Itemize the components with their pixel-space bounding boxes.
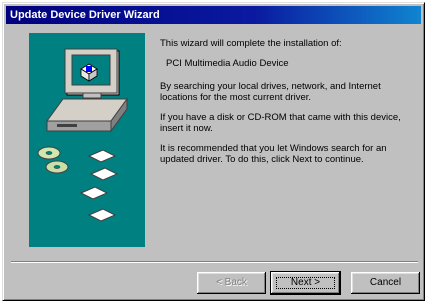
device-name: PCI Multimedia Audio Device	[166, 58, 289, 69]
cancel-button[interactable]: Cancel	[351, 272, 420, 294]
intro-text: This wizard will complete the installati…	[160, 38, 342, 49]
search-description: By searching your local drives, network,…	[160, 81, 381, 103]
button-divider	[11, 261, 418, 263]
wizard-illustration	[29, 33, 145, 247]
wizard-window: Update Device Driver Wizard This wizard …	[2, 2, 425, 301]
wizard-text: This wizard will complete the installati…	[160, 38, 405, 174]
window-title: Update Device Driver Wizard	[10, 9, 160, 21]
next-button[interactable]: Next >	[271, 272, 340, 294]
computer-with-disks-icon	[37, 48, 128, 222]
recommendation-text: It is recommended that you let Windows s…	[160, 143, 387, 165]
back-button[interactable]: < Back	[197, 272, 266, 294]
title-bar[interactable]: Update Device Driver Wizard	[6, 6, 421, 24]
disk-description: If you have a disk or CD-ROM that came w…	[160, 112, 401, 134]
